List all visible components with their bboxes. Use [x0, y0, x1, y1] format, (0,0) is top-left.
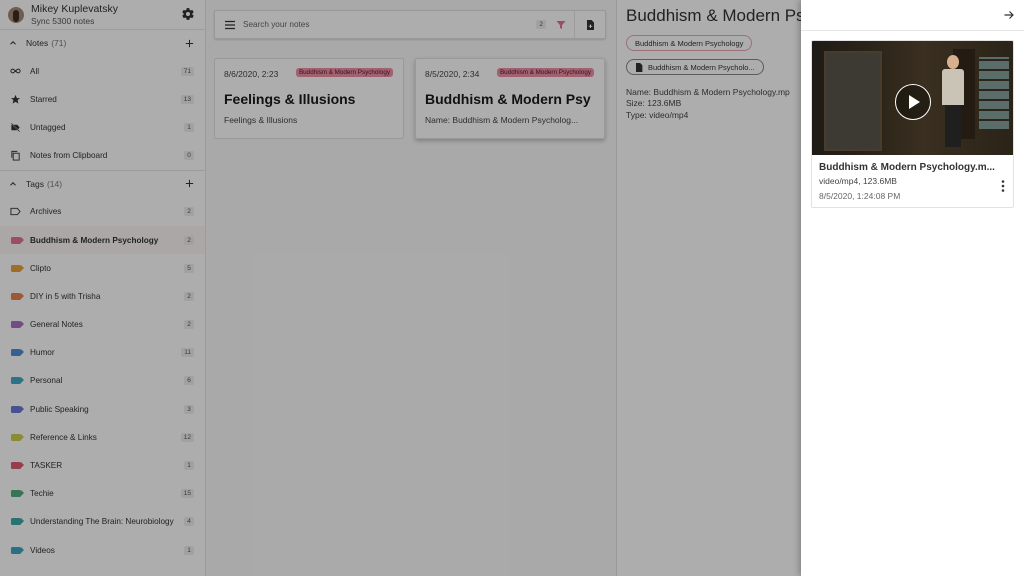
play-icon [909, 95, 920, 109]
modal-backdrop[interactable] [0, 0, 801, 576]
attachment-name: Buddhism & Modern Psychology.m... [819, 162, 995, 173]
play-button[interactable] [895, 84, 931, 120]
attachments-panel-header [801, 0, 1024, 31]
video-thumbnail[interactable] [812, 41, 1013, 155]
more-vert-icon[interactable] [1001, 180, 1005, 192]
attachment-type-size: video/mp4, 123.6MB [819, 176, 897, 186]
attachment-date: 8/5/2020, 1:24:08 PM [819, 191, 901, 201]
attachments-panel: Buddhism & Modern Psychology.m... video/… [801, 0, 1024, 576]
attachment-card[interactable]: Buddhism & Modern Psychology.m... video/… [811, 40, 1014, 208]
arrow-right-icon[interactable] [1003, 9, 1015, 21]
